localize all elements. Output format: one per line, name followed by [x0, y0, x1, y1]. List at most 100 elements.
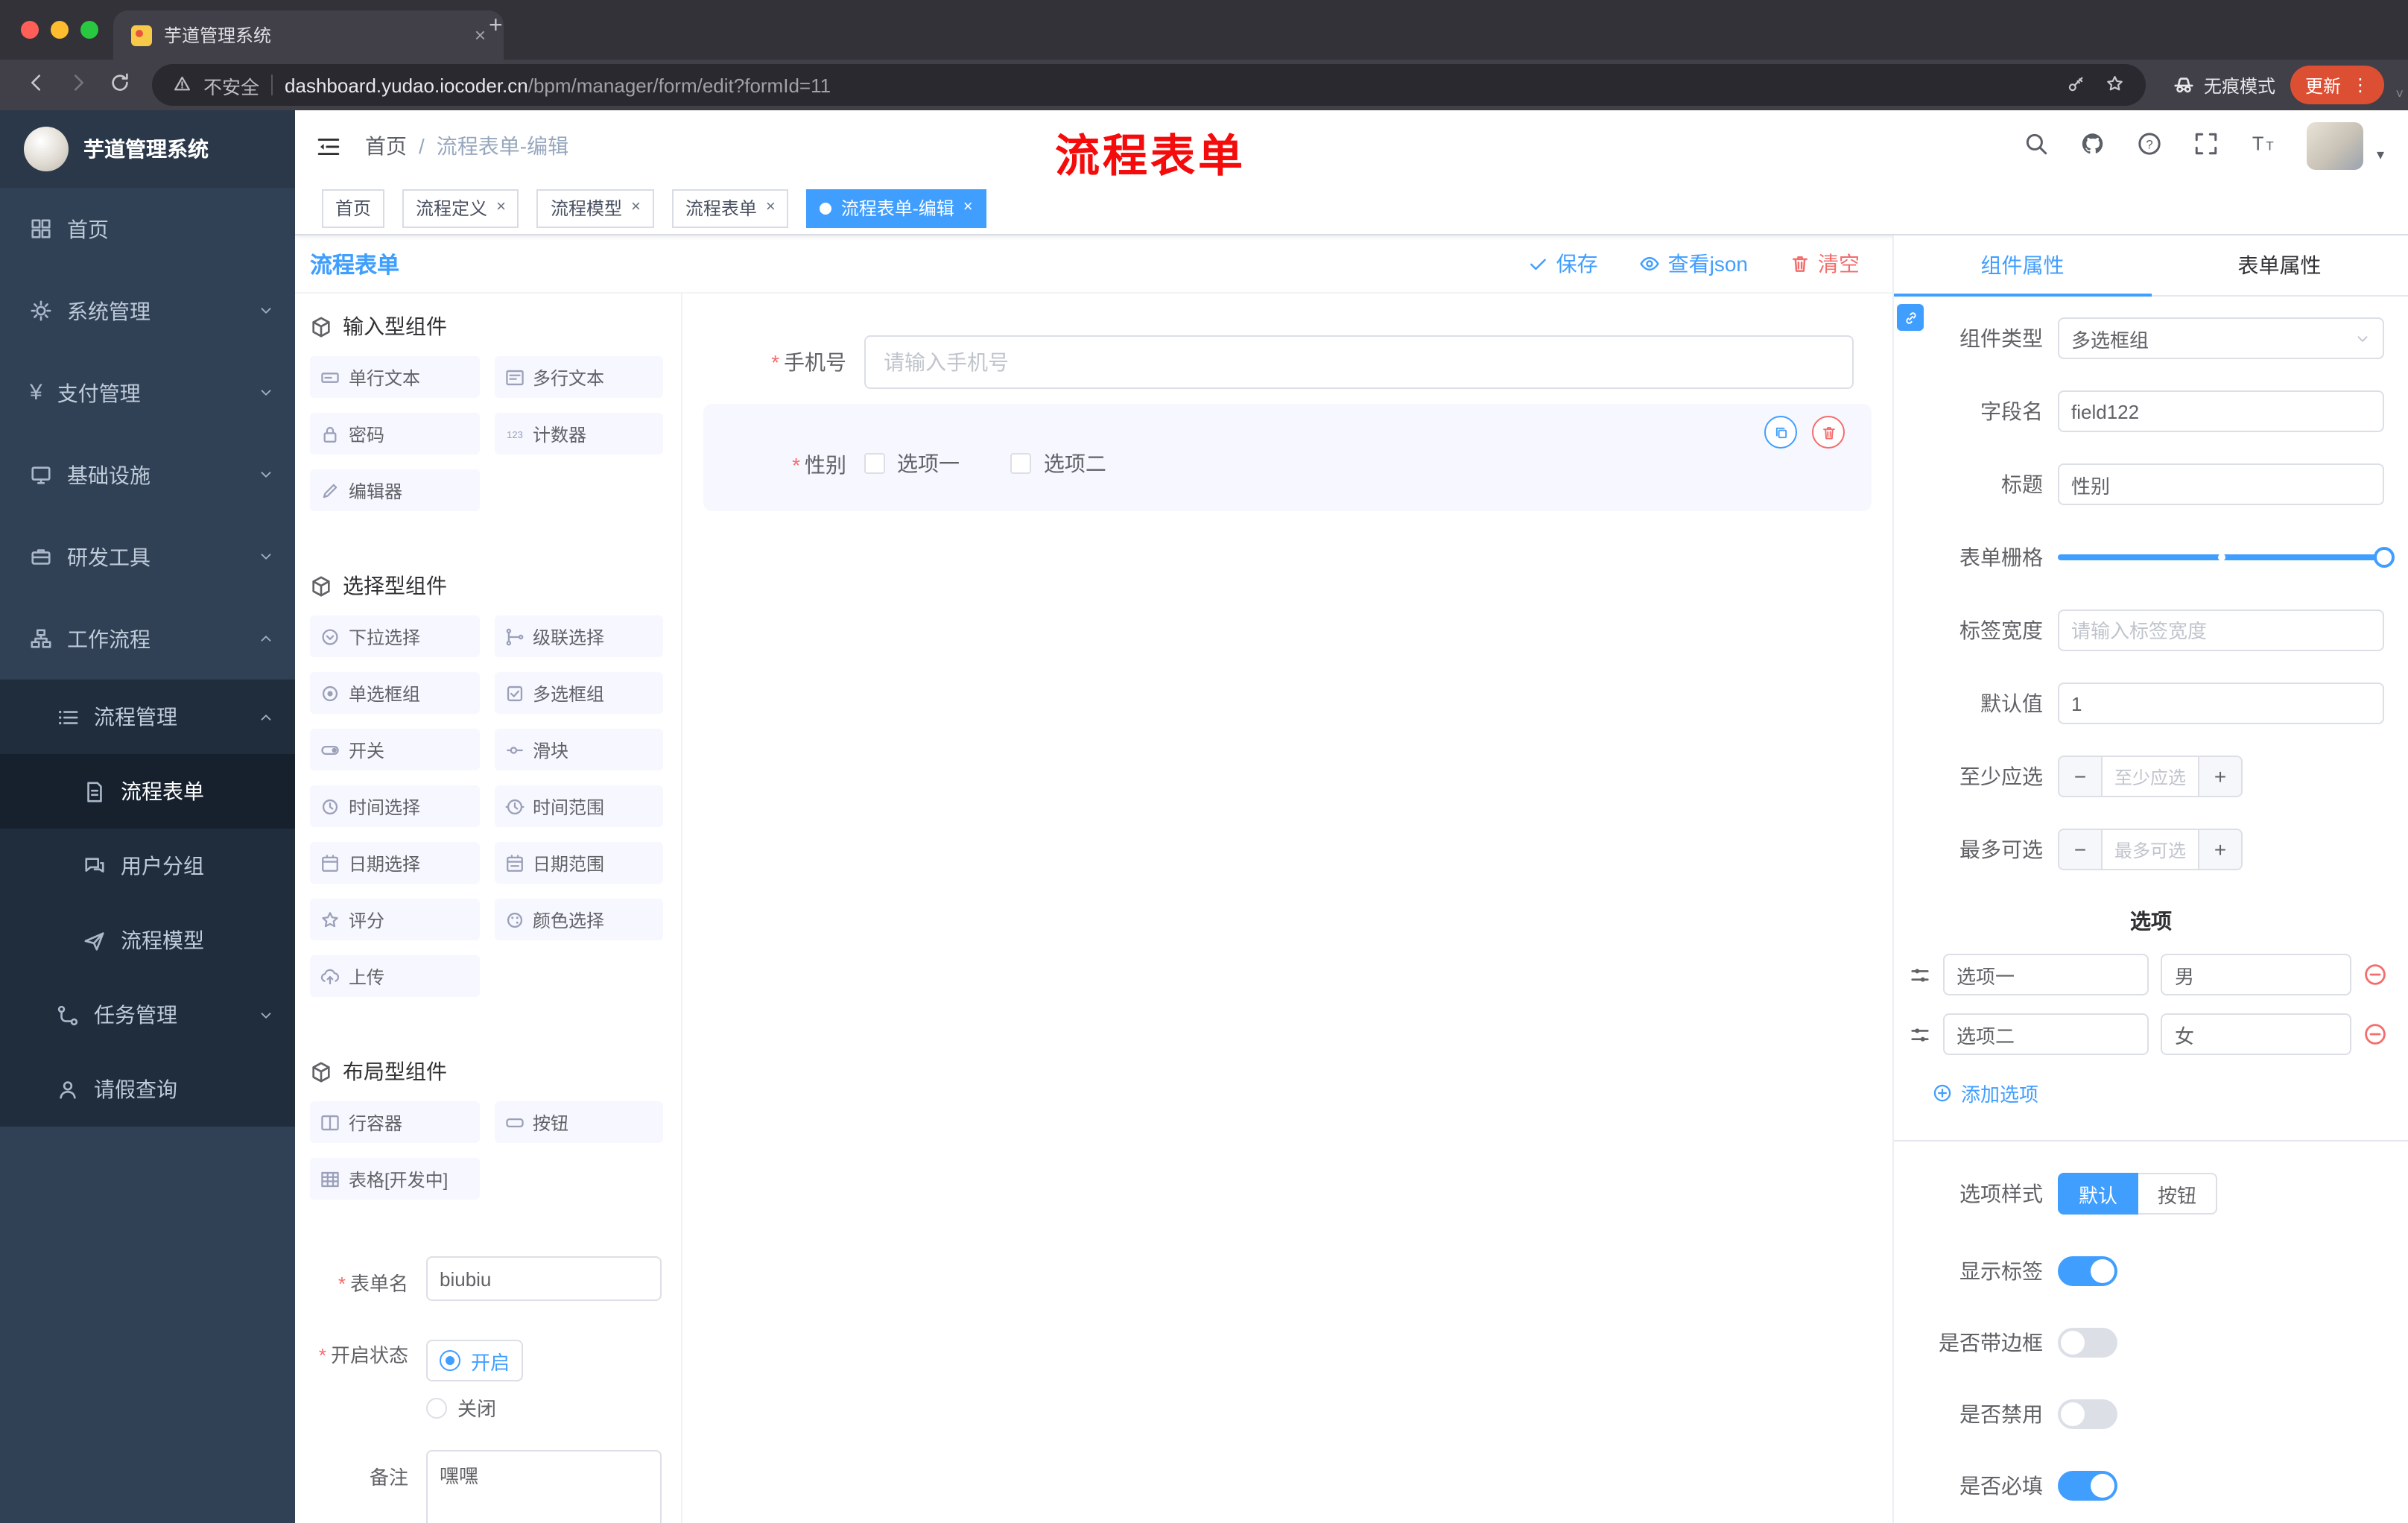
border-toggle[interactable]: [2058, 1328, 2117, 1358]
tag-process-definition[interactable]: 流程定义 ×: [402, 189, 519, 227]
sidebar-item-payment[interactable]: ¥ 支付管理: [0, 352, 295, 434]
component-item-date-range[interactable]: 日期范围: [494, 842, 663, 884]
drag-handle-icon[interactable]: [1909, 1023, 1931, 1045]
sidebar-item-system[interactable]: 系统管理: [0, 270, 295, 352]
component-item-upload[interactable]: 上传: [310, 955, 479, 997]
toolbar-overflow-chevron-icon[interactable]: ˅: [2395, 86, 2404, 101]
component-item-button[interactable]: 按钮: [494, 1101, 663, 1143]
max-select-value[interactable]: 最多可选: [2103, 830, 2198, 869]
sidebar-item-process-model[interactable]: 流程模型: [0, 903, 295, 978]
status-radio-off[interactable]: 关闭: [426, 1393, 496, 1422]
breadcrumb-home-link[interactable]: 首页: [365, 131, 407, 161]
delete-widget-button[interactable]: [1812, 416, 1845, 449]
component-item-color-picker[interactable]: 颜色选择: [494, 899, 663, 940]
help-question-icon[interactable]: ?: [2137, 131, 2162, 161]
view-json-button[interactable]: 查看json: [1640, 249, 1748, 279]
sidebar-item-devtools[interactable]: 研发工具: [0, 516, 295, 598]
component-item-checkbox-group[interactable]: 多选框组: [494, 672, 663, 714]
stepper-plus-button[interactable]: +: [2198, 830, 2241, 869]
component-item-switch[interactable]: 开关: [310, 729, 479, 770]
component-item-select[interactable]: 下拉选择: [310, 615, 479, 657]
tag-close-icon[interactable]: ×: [631, 199, 641, 216]
gender-checkbox-option2[interactable]: 选项二: [1010, 449, 1106, 478]
option1-label-input[interactable]: [1943, 954, 2149, 995]
sidebar-item-home[interactable]: 首页: [0, 188, 295, 270]
tag-close-icon[interactable]: ×: [496, 199, 506, 216]
component-item-radio-group[interactable]: 单选框组: [310, 672, 479, 714]
window-minimize-button[interactable]: [51, 21, 69, 39]
component-item-rate[interactable]: 评分: [310, 899, 479, 940]
github-icon[interactable]: [2080, 131, 2106, 161]
phone-input[interactable]: [864, 335, 1854, 389]
tag-process-form[interactable]: 流程表单 ×: [671, 189, 789, 227]
drag-handle-icon[interactable]: [1909, 963, 1931, 986]
window-close-button[interactable]: [21, 21, 39, 39]
component-item-time-range[interactable]: 时间范围: [494, 785, 663, 827]
sidebar-item-workflow[interactable]: 工作流程: [0, 598, 295, 680]
user-avatar[interactable]: [2306, 122, 2363, 170]
back-button[interactable]: [15, 72, 57, 98]
sidebar-item-process-mgmt[interactable]: 流程管理: [0, 680, 295, 754]
search-icon[interactable]: [2024, 131, 2049, 161]
tag-close-icon[interactable]: ×: [766, 199, 776, 216]
style-default-button[interactable]: 默认: [2058, 1173, 2139, 1215]
min-select-value[interactable]: 至少应选: [2103, 757, 2198, 796]
remove-option-icon[interactable]: [2363, 963, 2387, 987]
bookmark-star-icon[interactable]: [2106, 75, 2125, 95]
clear-button[interactable]: 清空: [1790, 249, 1860, 279]
sidebar-item-leave-query[interactable]: 请假查询: [0, 1052, 295, 1127]
sidebar-item-infra[interactable]: 基础设施: [0, 434, 295, 516]
tag-process-form-edit[interactable]: 流程表单-编辑 ×: [806, 189, 986, 227]
reload-button[interactable]: [98, 72, 140, 98]
tab-close-icon[interactable]: ×: [475, 25, 486, 45]
browser-tab[interactable]: 芋道管理系统 ×: [113, 10, 504, 60]
title-input[interactable]: [2058, 463, 2384, 505]
sidebar-collapse-icon[interactable]: [316, 133, 341, 159]
sidebar-item-user-group[interactable]: 用户分组: [0, 829, 295, 903]
tag-close-icon[interactable]: ×: [963, 199, 973, 216]
sidebar-item-process-form[interactable]: 流程表单: [0, 754, 295, 829]
remark-textarea[interactable]: 嘿嘿: [426, 1449, 662, 1523]
remove-option-icon[interactable]: [2363, 1022, 2387, 1046]
canvas-field-gender-selected[interactable]: 性别 选项一 选项二: [703, 404, 1872, 511]
save-button[interactable]: 保存: [1528, 249, 1598, 279]
new-tab-button[interactable]: +: [489, 13, 503, 40]
default-value-input[interactable]: [2058, 683, 2384, 724]
tab-form-props[interactable]: 表单属性: [2151, 235, 2408, 295]
component-item-date-picker[interactable]: 日期选择: [310, 842, 479, 884]
tag-home[interactable]: 首页: [322, 189, 385, 227]
font-size-icon[interactable]: TT: [2250, 131, 2275, 161]
security-warning-icon[interactable]: [173, 75, 191, 95]
show-label-toggle[interactable]: [2058, 1256, 2117, 1286]
label-width-input[interactable]: [2058, 609, 2384, 651]
password-key-icon[interactable]: [2067, 75, 2085, 95]
forward-button[interactable]: [57, 72, 98, 98]
sidebar-item-task-mgmt[interactable]: 任务管理: [0, 978, 295, 1052]
gender-checkbox-option1[interactable]: 选项一: [864, 449, 960, 478]
add-option-button[interactable]: 添加选项: [1933, 1079, 2408, 1107]
component-item-single-text[interactable]: 单行文本: [310, 356, 479, 398]
stepper-plus-button[interactable]: +: [2198, 757, 2241, 796]
fullscreen-icon[interactable]: [2193, 131, 2219, 161]
component-item-slider[interactable]: 滑块: [494, 729, 663, 770]
form-canvas[interactable]: 手机号 性别: [682, 294, 1892, 1523]
form-name-input[interactable]: [426, 1256, 662, 1301]
avatar-caret-icon[interactable]: ▾: [2377, 148, 2384, 170]
slider-handle[interactable]: [2374, 547, 2395, 568]
grid-slider[interactable]: [2058, 536, 2395, 578]
component-type-select[interactable]: 多选框组: [2058, 317, 2384, 359]
duplicate-widget-button[interactable]: [1764, 416, 1797, 449]
window-zoom-button[interactable]: [80, 21, 98, 39]
component-item-cascader[interactable]: 级联选择: [494, 615, 663, 657]
component-item-counter[interactable]: 123 计数器: [494, 413, 663, 455]
component-item-time-picker[interactable]: 时间选择: [310, 785, 479, 827]
style-button-button[interactable]: 按钮: [2138, 1173, 2218, 1215]
browser-menu-dots-icon[interactable]: ⋮: [2351, 75, 2369, 95]
option2-value-input[interactable]: [2161, 1013, 2351, 1055]
component-item-editor[interactable]: 编辑器: [310, 469, 479, 511]
required-toggle[interactable]: [2058, 1471, 2117, 1501]
stepper-minus-button[interactable]: −: [2059, 830, 2103, 869]
option1-value-input[interactable]: [2161, 954, 2351, 995]
component-item-password[interactable]: 密码: [310, 413, 479, 455]
stepper-minus-button[interactable]: −: [2059, 757, 2103, 796]
